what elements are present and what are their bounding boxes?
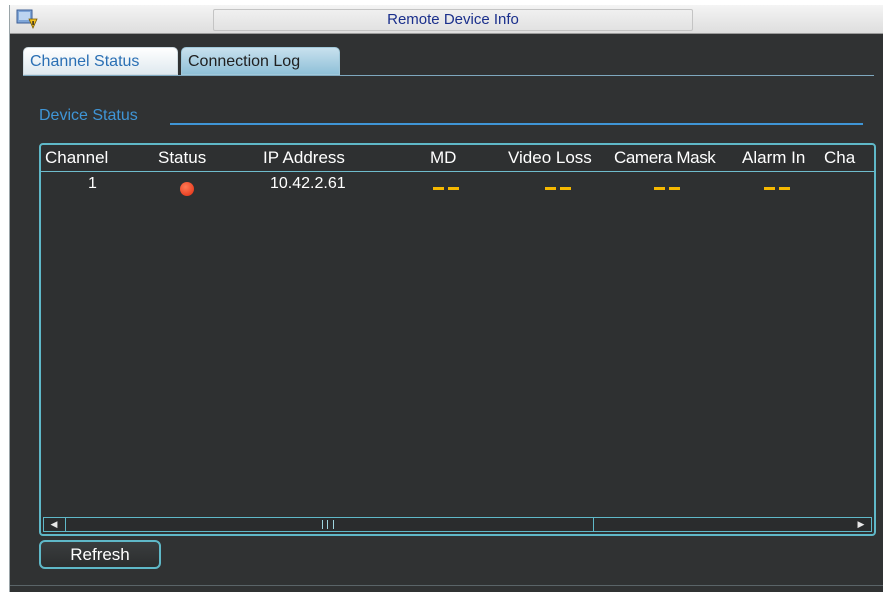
cell-md-placeholder xyxy=(433,187,459,190)
column-header-ip-address[interactable]: IP Address xyxy=(263,148,345,168)
table-header: Channel Status IP Address MD Video Loss … xyxy=(41,145,874,172)
red-status-dot-icon xyxy=(180,182,194,196)
column-header-status[interactable]: Status xyxy=(158,148,206,168)
refresh-button[interactable]: Refresh xyxy=(39,540,161,569)
scrollbar-thumb[interactable] xyxy=(65,518,594,531)
scroll-left-icon[interactable]: ◀ xyxy=(46,518,62,531)
horizontal-scrollbar[interactable]: ◀ ▶ xyxy=(43,517,872,532)
cell-ip-address: 10.42.2.61 xyxy=(270,175,346,192)
window-bottom-divider xyxy=(10,585,883,586)
section-divider xyxy=(170,123,863,125)
device-status-table: Channel Status IP Address MD Video Loss … xyxy=(39,143,876,536)
remote-device-info-window: Remote Device Info Channel Status Connec… xyxy=(9,5,883,592)
cell-video-loss-placeholder xyxy=(545,187,571,190)
column-header-md[interactable]: MD xyxy=(430,148,456,168)
title-bar: Remote Device Info xyxy=(10,5,883,34)
app-info-icon xyxy=(16,9,38,29)
column-header-channel[interactable]: Channel xyxy=(45,148,108,168)
tab-strip-divider xyxy=(23,75,874,76)
window-title: Remote Device Info xyxy=(213,9,693,31)
column-header-camera-mask[interactable]: Camera Mask xyxy=(614,148,716,168)
cell-alarm-in-placeholder xyxy=(764,187,790,190)
cell-channel: 1 xyxy=(88,175,97,192)
column-header-video-loss[interactable]: Video Loss xyxy=(508,148,592,168)
section-label-device-status: Device Status xyxy=(39,107,138,124)
column-header-alarm-in[interactable]: Alarm In xyxy=(742,148,805,168)
cell-camera-mask-placeholder xyxy=(654,187,680,190)
scroll-right-icon[interactable]: ▶ xyxy=(853,518,869,531)
grip-icon xyxy=(322,520,334,529)
tab-channel-status[interactable]: Channel Status xyxy=(23,47,178,75)
tab-connection-log[interactable]: Connection Log xyxy=(181,47,340,75)
column-header-cha[interactable]: Cha xyxy=(824,148,855,168)
